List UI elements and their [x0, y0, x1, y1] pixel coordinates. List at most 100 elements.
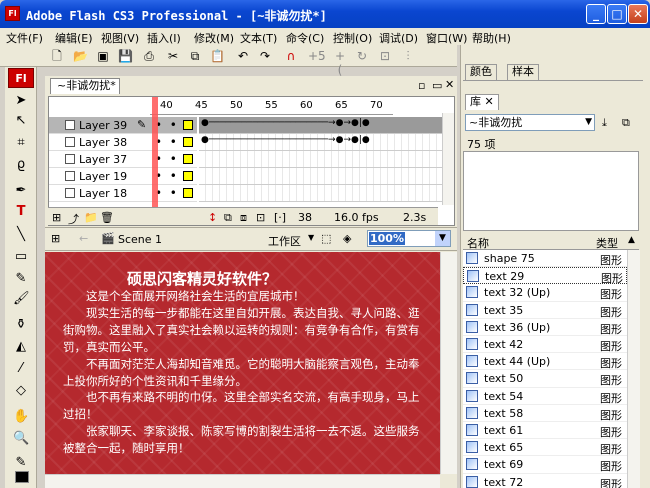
list-item[interactable]: text 44 (Up) 图形: [463, 353, 627, 371]
timeline-vscroll[interactable]: [442, 113, 454, 205]
add-folder-icon[interactable]: 📁: [84, 211, 98, 224]
doc-restore-window-icon[interactable]: ▭: [432, 79, 442, 92]
tab-library[interactable]: 库 ✕: [465, 94, 499, 110]
add-layer-icon[interactable]: ⊞: [52, 211, 61, 224]
list-item[interactable]: text 54 图形: [463, 388, 627, 405]
menu-commands[interactable]: 命令(C): [286, 30, 324, 46]
layer-outline-swatch[interactable]: [183, 120, 193, 130]
zoom-select[interactable]: 100% ▼: [367, 230, 451, 247]
cut-icon[interactable]: ✂: [166, 49, 180, 63]
menu-help[interactable]: 帮助(H): [472, 30, 511, 46]
rotate-icon[interactable]: ↻: [355, 49, 369, 63]
new-library-panel-icon[interactable]: ⧉: [622, 116, 630, 130]
new-file-icon[interactable]: 🗋: [50, 49, 64, 63]
layer-row[interactable]: Layer 18 • •: [49, 185, 197, 202]
doc-close-icon[interactable]: ✕: [445, 78, 454, 91]
onion-markers-icon[interactable]: [·]: [274, 211, 286, 224]
edit-scene-icon[interactable]: ◈: [343, 232, 351, 245]
timeline-toggle-icon[interactable]: ⊞: [51, 232, 60, 245]
layer-visibility[interactable]: • •: [155, 135, 177, 149]
menu-debug[interactable]: 调试(D): [379, 30, 418, 46]
column-name[interactable]: 名称: [467, 235, 489, 251]
open-folder-icon[interactable]: 📂: [73, 49, 88, 63]
pencil-icon[interactable]: ✎: [13, 271, 29, 287]
list-item[interactable]: text 29 图形: [463, 267, 627, 285]
open-bridge-icon[interactable]: ▣: [96, 49, 110, 63]
scale-icon[interactable]: ⊡: [378, 49, 392, 63]
menu-modify[interactable]: 修改(M): [194, 30, 234, 46]
ink-bottle-icon[interactable]: ⚱: [13, 317, 29, 333]
save-icon[interactable]: 💾: [118, 49, 133, 63]
edit-multiple-icon[interactable]: ⊡: [256, 211, 265, 224]
hand-tool-icon[interactable]: ✋: [13, 409, 29, 425]
stroke-color-icon[interactable]: ✎: [13, 455, 29, 471]
menu-text[interactable]: 文本(T): [240, 30, 277, 46]
fill-color-swatch[interactable]: [15, 471, 29, 483]
redo-icon[interactable]: ↷: [258, 49, 272, 63]
minimize-button[interactable]: _: [586, 4, 606, 24]
stage-vscroll[interactable]: [440, 252, 457, 474]
scene-name[interactable]: Scene 1: [118, 233, 162, 246]
paste-icon[interactable]: 📋: [210, 49, 225, 63]
chevron-down-icon[interactable]: ▼: [435, 231, 450, 246]
undo-icon[interactable]: ↶: [236, 49, 250, 63]
line-tool-icon[interactable]: ╲: [13, 227, 29, 243]
menu-window[interactable]: 窗口(W): [426, 30, 467, 46]
eraser-icon[interactable]: ◇: [13, 383, 29, 399]
workspace-dropdown[interactable]: 工作区: [268, 233, 301, 249]
delete-layer-icon[interactable]: 🗑: [100, 211, 114, 224]
menu-control[interactable]: 控制(O): [333, 30, 372, 46]
list-item[interactable]: text 61 图形: [463, 422, 627, 440]
list-item[interactable]: text 42 图形: [463, 336, 627, 354]
brush-icon[interactable]: 🖌: [13, 291, 30, 307]
zoom-tool-icon[interactable]: 🔍: [13, 431, 29, 447]
chevron-down-icon[interactable]: ▼: [308, 233, 314, 242]
selection-tool-icon[interactable]: ➤: [13, 93, 29, 109]
list-item[interactable]: text 32 (Up) 图形: [463, 284, 627, 302]
pin-library-icon[interactable]: ⤓: [602, 116, 607, 130]
list-item[interactable]: text 35 图形: [463, 302, 627, 319]
sort-arrow-icon[interactable]: ▲: [628, 235, 635, 245]
close-icon[interactable]: ✕: [485, 95, 494, 108]
list-item[interactable]: shape 75 图形: [463, 250, 627, 268]
paint-bucket-icon[interactable]: ◭: [13, 339, 29, 355]
restore-doc-icon[interactable]: ▫: [418, 79, 425, 92]
list-item[interactable]: text 65 图形: [463, 439, 627, 457]
eyedropper-icon[interactable]: ⁄: [13, 361, 29, 377]
layer-outline-swatch[interactable]: [183, 154, 193, 164]
library-scrollbar[interactable]: [627, 250, 640, 488]
stage-hscroll[interactable]: [45, 474, 440, 488]
layer-visibility[interactable]: • •: [155, 118, 177, 132]
library-document-select[interactable]: ~非诚勿扰 ▼: [465, 114, 595, 131]
onion-outline-icon[interactable]: ⧈: [240, 211, 247, 225]
zoom-value[interactable]: 100%: [369, 232, 405, 245]
document-tab[interactable]: ~非诚勿扰*: [50, 78, 120, 94]
pen-tool-icon[interactable]: ✒: [13, 183, 29, 199]
menu-view[interactable]: 视图(V): [101, 30, 139, 46]
edit-symbols-icon[interactable]: ⬚: [321, 232, 331, 245]
rectangle-tool-icon[interactable]: ▭: [13, 249, 29, 265]
center-frame-icon[interactable]: ↕: [208, 211, 217, 224]
menu-file[interactable]: 文件(F): [6, 30, 43, 46]
straighten-icon[interactable]: +(: [333, 49, 347, 77]
snap-magnet-icon[interactable]: ∩: [284, 49, 298, 63]
menu-edit[interactable]: 编辑(E): [55, 30, 93, 46]
add-guide-icon[interactable]: ⤴: [68, 211, 79, 227]
list-item[interactable]: text 36 (Up) 图形: [463, 319, 627, 336]
maximize-button[interactable]: □: [607, 4, 627, 24]
layer-row[interactable]: Layer 39 ✎ • •: [49, 117, 197, 134]
layer-row[interactable]: Layer 37 • •: [49, 151, 197, 168]
layer-outline-swatch[interactable]: [183, 171, 193, 181]
list-item[interactable]: text 50 图形: [463, 370, 627, 388]
chevron-down-icon[interactable]: ▼: [585, 115, 592, 130]
text-tool-icon[interactable]: T: [13, 204, 29, 220]
tab-color[interactable]: 颜色: [465, 64, 497, 80]
list-item[interactable]: text 58 图形: [463, 405, 627, 422]
layer-visibility[interactable]: • •: [155, 152, 177, 166]
layer-outline-swatch[interactable]: [183, 188, 193, 198]
print-icon[interactable]: ⎙: [142, 49, 156, 63]
frame-row[interactable]: [199, 168, 442, 185]
list-item[interactable]: text 69 图形: [463, 456, 627, 474]
layer-visibility[interactable]: • •: [155, 169, 177, 183]
copy-icon[interactable]: ⧉: [188, 49, 202, 63]
